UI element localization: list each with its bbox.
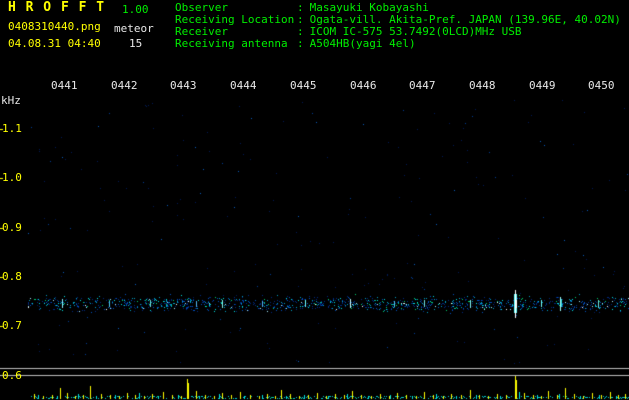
colon: : xyxy=(297,37,304,50)
observation-datetime: 04.08.31 04:40 xyxy=(8,37,101,50)
observation-mode: meteor xyxy=(114,22,154,35)
info-label: Receiving antenna xyxy=(175,37,288,50)
y-tick-0.6: 0.6 xyxy=(2,369,22,382)
output-filename: 0408310440.png xyxy=(8,20,101,33)
app-title: H R O F F T xyxy=(8,0,106,15)
observer-info-block: Observer: Masayuki Kobayashi Receiving Lo… xyxy=(175,2,621,50)
x-tick-0442: 0442 xyxy=(111,79,138,92)
y-tick-1.0: 1.0 xyxy=(2,171,22,184)
x-tick-0450: 0450 xyxy=(588,79,615,92)
x-tick-0443: 0443 xyxy=(170,79,197,92)
spectrogram-canvas xyxy=(0,0,629,400)
app-version: 1.00 xyxy=(122,3,149,16)
x-tick-0445: 0445 xyxy=(290,79,317,92)
x-tick-0441: 0441 xyxy=(51,79,78,92)
info-row-antenna: Receiving antenna: A504HB(yagi 4el) xyxy=(175,38,621,50)
y-tick-0.7: 0.7 xyxy=(2,319,22,332)
x-tick-0448: 0448 xyxy=(469,79,496,92)
x-tick-0449: 0449 xyxy=(529,79,556,92)
x-tick-0447: 0447 xyxy=(409,79,436,92)
echo-count: 15 xyxy=(129,37,143,50)
y-tick-0.9: 0.9 xyxy=(2,221,22,234)
hrofft-screen: H R O F F T 1.00 0408310440.png meteor 0… xyxy=(0,0,629,400)
x-tick-0446: 0446 xyxy=(350,79,377,92)
y-tick-0.8: 0.8 xyxy=(2,270,22,283)
info-value: A504HB(yagi 4el) xyxy=(309,37,416,50)
x-tick-0444: 0444 xyxy=(230,79,257,92)
y-tick-1.1: 1.1 xyxy=(2,122,22,135)
y-axis-unit-label: kHz xyxy=(1,94,21,107)
